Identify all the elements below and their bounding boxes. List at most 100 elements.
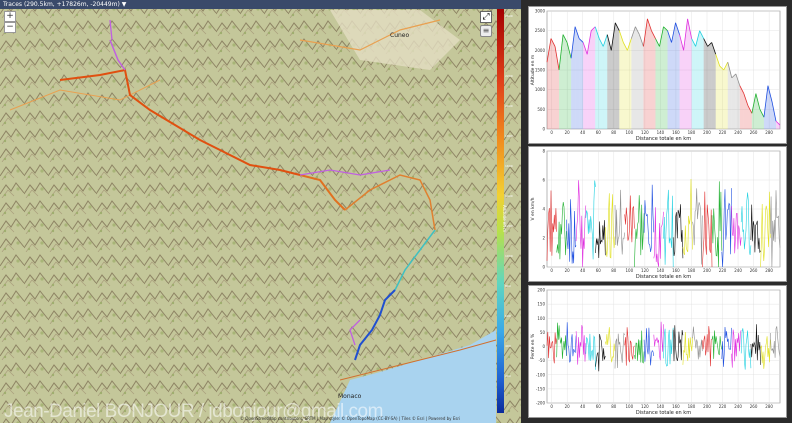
altitude-area-segment (635, 26, 640, 129)
scale-tick-label: 600 (505, 314, 511, 318)
y-tick-label: 1000 (535, 87, 546, 92)
y-tick-label: 2 (542, 236, 545, 241)
altitude-area-segment (723, 62, 728, 130)
scale-tick-label: 2600 (505, 14, 513, 18)
x-tick-label: 60 (596, 130, 602, 135)
x-tick-label: 160 (672, 404, 680, 409)
scale-tick-label: 2000 (505, 104, 513, 108)
y-tick-label: 0 (542, 265, 545, 270)
x-tick-label: 100 (626, 130, 634, 135)
altitude-area-segment (595, 26, 600, 129)
altitude-area-segment (603, 34, 608, 129)
altitude-area-segment (675, 22, 680, 129)
x-axis-label: Distance totale en km (636, 410, 691, 416)
map-panel[interactable]: Traces (290.5km, +17826m, -20449m) ▼ + −… (0, 0, 521, 423)
altitude-chart[interactable]: 0 20 40 60 80 100 120 140 160 180 200 220 240 260 280 3… (528, 6, 787, 144)
altitude-area-segment (639, 34, 644, 129)
scale-tick-label: 1400 (505, 194, 513, 198)
x-tick-label: 20 (565, 404, 571, 409)
x-tick-label: 280 (765, 130, 773, 135)
x-tick-label: 120 (641, 268, 649, 273)
scale-tick-label: 2400 (505, 44, 513, 48)
altitude-area-segment (599, 38, 604, 129)
y-tick-label: -100 (536, 372, 546, 377)
x-tick-label: 0 (550, 404, 553, 409)
x-tick-label: 160 (672, 268, 680, 273)
altitude-area-segment (663, 26, 668, 129)
x-tick-label: 260 (750, 130, 758, 135)
x-tick-label: 0 (550, 130, 553, 135)
y-tick-label: 100 (537, 316, 545, 321)
x-tick-label: 220 (719, 404, 727, 409)
city-label: Cuneo (390, 32, 410, 39)
x-tick-label: 180 (688, 404, 696, 409)
x-tick-label: 120 (641, 404, 649, 409)
altitude-area-segment (551, 38, 556, 129)
x-tick-label: 220 (719, 268, 727, 273)
x-tick-label: 280 (765, 268, 773, 273)
topo-map[interactable] (0, 0, 521, 423)
x-tick-label: 80 (611, 404, 617, 409)
altitude-area-segment (575, 26, 580, 129)
layers-icon[interactable]: ≡ (480, 25, 492, 37)
altitude-area-segment (627, 38, 632, 129)
altitude-area-segment (707, 42, 712, 129)
fullscreen-icon[interactable]: ⤢ (480, 11, 492, 23)
altitude-area-segment (591, 26, 596, 129)
slope-chart[interactable]: 0 20 40 60 80 100 120 140 160 180 200 220 240 260 280 2… (528, 285, 787, 418)
x-tick-label: 240 (734, 130, 742, 135)
altitude-area-segment (731, 73, 736, 129)
altitude-area-segment (711, 42, 716, 129)
x-tick-label: 40 (580, 268, 586, 273)
x-tick-label: 40 (580, 404, 586, 409)
x-tick-label: 20 (565, 268, 571, 273)
map-attribution[interactable]: © OpenStreetMap contributors, SRTM | Map… (240, 416, 460, 421)
y-tick-label: -50 (538, 358, 545, 363)
zoom-in-button[interactable]: + (4, 11, 16, 22)
x-tick-label: 180 (688, 268, 696, 273)
y-tick-label: 0 (542, 344, 545, 349)
x-tick-label: 100 (626, 268, 634, 273)
x-tick-label: 260 (750, 404, 758, 409)
zoom-out-button[interactable]: − (4, 22, 16, 33)
altitude-area-segment (647, 18, 652, 129)
x-tick-label: 200 (703, 130, 711, 135)
x-tick-label: 240 (734, 404, 742, 409)
app-window: Traces (290.5km, +17826m, -20449m) ▼ + −… (0, 0, 792, 423)
x-tick-label: 60 (596, 404, 602, 409)
altitude-area-segment (667, 30, 672, 130)
x-tick-label: 120 (641, 130, 649, 135)
speed-chart[interactable]: 0 20 40 60 80 100 120 140 160 180 200 220 240 260 280 8… (528, 146, 787, 282)
title-bar[interactable]: Traces (290.5km, +17826m, -20449m) ▼ (0, 0, 521, 9)
y-tick-label: 2500 (535, 28, 546, 33)
x-axis-label: Distance totale en km (636, 136, 691, 142)
x-tick-label: 140 (657, 268, 665, 273)
y-tick-label: 4 (542, 207, 545, 212)
y-tick-label: 50 (540, 330, 546, 335)
y-tick-label: 200 (537, 288, 545, 293)
altitude-area-segment (651, 30, 656, 130)
altitude-area-segment (691, 38, 696, 129)
x-tick-label: 20 (565, 130, 571, 135)
y-tick-label: 6 (542, 178, 545, 183)
altitude-area-segment (579, 38, 584, 129)
x-tick-label: 180 (688, 130, 696, 135)
x-tick-label: 200 (703, 404, 711, 409)
x-tick-label: 40 (580, 130, 586, 135)
altitude-area-segment (719, 66, 724, 129)
x-tick-label: 240 (734, 268, 742, 273)
altitude-area-segment (631, 26, 636, 129)
altitude-area-segment (699, 30, 704, 130)
y-tick-label: 1500 (535, 68, 546, 73)
y-tick-label: -200 (536, 401, 546, 406)
city-label: Monaco (338, 393, 362, 400)
altitude-area-segment (583, 42, 588, 129)
x-tick-label: 140 (657, 404, 665, 409)
y-axis-label: Pente en % (530, 333, 536, 359)
altitude-area-segment (623, 42, 628, 129)
y-tick-label: 8 (542, 149, 545, 154)
scale-tick-label: 2200 (505, 74, 513, 78)
scale-label: Altitude en m (502, 205, 507, 233)
y-tick-label: 0 (542, 127, 545, 132)
x-tick-label: 60 (596, 268, 602, 273)
